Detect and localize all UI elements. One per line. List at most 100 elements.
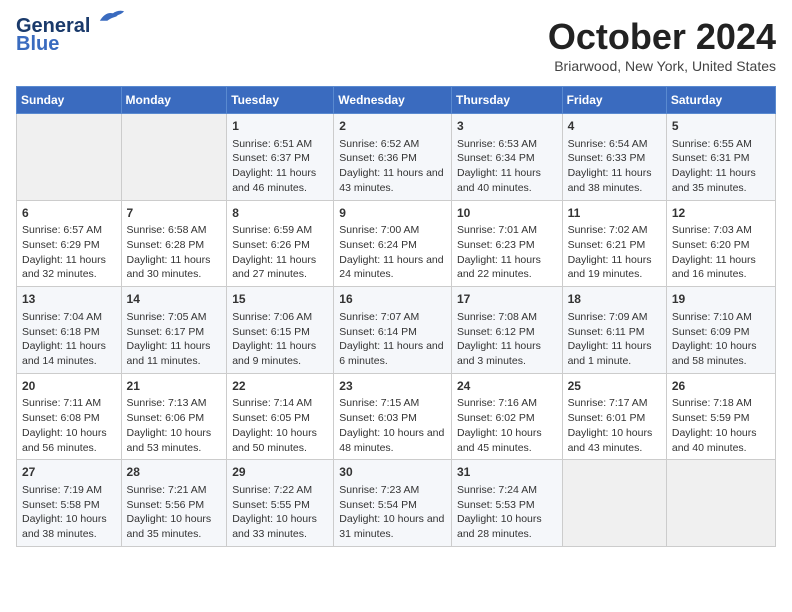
day-number: 3 — [457, 118, 557, 135]
logo: General Blue — [16, 16, 126, 54]
calendar-cell: 9Sunrise: 7:00 AMSunset: 6:24 PMDaylight… — [334, 200, 452, 287]
day-info: Sunrise: 7:10 AMSunset: 6:09 PMDaylight:… — [672, 310, 770, 369]
day-number: 23 — [339, 378, 446, 395]
header-sunday: Sunday — [17, 87, 122, 114]
header-saturday: Saturday — [666, 87, 775, 114]
calendar-cell: 3 Sunrise: 6:53 AMSunset: 6:34 PMDaylight… — [451, 114, 562, 201]
calendar-cell: 20Sunrise: 7:11 AMSunset: 6:08 PMDayligh… — [17, 373, 122, 460]
day-number: 1 — [232, 118, 328, 135]
calendar-header-row: SundayMondayTuesdayWednesdayThursdayFrid… — [17, 87, 776, 114]
day-info: Sunrise: 7:15 AMSunset: 6:03 PMDaylight:… — [339, 396, 446, 455]
day-number: 20 — [22, 378, 116, 395]
header-thursday: Thursday — [451, 87, 562, 114]
calendar-cell: 24Sunrise: 7:16 AMSunset: 6:02 PMDayligh… — [451, 373, 562, 460]
calendar-cell: 15 Sunrise: 7:06 AMSunset: 6:15 PMDayligh… — [227, 287, 334, 374]
day-number: 9 — [339, 205, 446, 222]
day-number: 7 — [127, 205, 222, 222]
day-info: Sunrise: 7:06 AMSunset: 6:15 PMDaylight:… — [232, 310, 328, 369]
day-info: Sunrise: 7:17 AMSunset: 6:01 PMDaylight:… — [568, 396, 661, 455]
calendar-cell: 2 Sunrise: 6:52 AMSunset: 6:36 PMDaylight… — [334, 114, 452, 201]
header-tuesday: Tuesday — [227, 87, 334, 114]
day-info: Sunrise: 6:59 AMSunset: 6:26 PMDaylight:… — [232, 223, 328, 282]
day-number: 10 — [457, 205, 557, 222]
calendar-cell: 6Sunrise: 6:57 AMSunset: 6:29 PMDaylight… — [17, 200, 122, 287]
day-number: 25 — [568, 378, 661, 395]
day-info: Sunrise: 7:05 AMSunset: 6:17 PMDaylight:… — [127, 310, 222, 369]
day-number: 24 — [457, 378, 557, 395]
calendar-cell: 21Sunrise: 7:13 AMSunset: 6:06 PMDayligh… — [121, 373, 227, 460]
title-section: October 2024 Briarwood, New York, United… — [548, 16, 776, 74]
day-number: 6 — [22, 205, 116, 222]
day-info: Sunrise: 6:57 AMSunset: 6:29 PMDaylight:… — [22, 223, 116, 282]
day-number: 30 — [339, 464, 446, 481]
calendar-table: SundayMondayTuesdayWednesdayThursdayFrid… — [16, 86, 776, 547]
week-row-3: 13 Sunrise: 7:04 AMSunset: 6:18 PMDayligh… — [17, 287, 776, 374]
calendar-cell: 19 Sunrise: 7:10 AMSunset: 6:09 PMDayligh… — [666, 287, 775, 374]
calendar-cell: 27 Sunrise: 7:19 AMSunset: 5:58 PMDayligh… — [17, 460, 122, 547]
calendar-cell: 22Sunrise: 7:14 AMSunset: 6:05 PMDayligh… — [227, 373, 334, 460]
day-number: 13 — [22, 291, 116, 308]
day-number: 2 — [339, 118, 446, 135]
calendar-cell: 25Sunrise: 7:17 AMSunset: 6:01 PMDayligh… — [562, 373, 666, 460]
day-info: Sunrise: 7:04 AMSunset: 6:18 PMDaylight:… — [22, 310, 116, 369]
week-row-5: 27 Sunrise: 7:19 AMSunset: 5:58 PMDayligh… — [17, 460, 776, 547]
day-info: Sunrise: 6:52 AMSunset: 6:36 PMDaylight:… — [339, 137, 446, 196]
calendar-cell: 10Sunrise: 7:01 AMSunset: 6:23 PMDayligh… — [451, 200, 562, 287]
week-row-4: 20Sunrise: 7:11 AMSunset: 6:08 PMDayligh… — [17, 373, 776, 460]
logo-blue: Blue — [16, 34, 59, 54]
day-info: Sunrise: 7:18 AMSunset: 5:59 PMDaylight:… — [672, 396, 770, 455]
calendar-cell: 17Sunrise: 7:08 AMSunset: 6:12 PMDayligh… — [451, 287, 562, 374]
month-title: October 2024 — [548, 16, 776, 58]
header-monday: Monday — [121, 87, 227, 114]
calendar-cell: 14 Sunrise: 7:05 AMSunset: 6:17 PMDayligh… — [121, 287, 227, 374]
day-info: Sunrise: 7:00 AMSunset: 6:24 PMDaylight:… — [339, 223, 446, 282]
day-number: 15 — [232, 291, 328, 308]
page-header: General Blue October 2024 Briarwood, New… — [16, 16, 776, 74]
day-info: Sunrise: 7:24 AMSunset: 5:53 PMDaylight:… — [457, 483, 557, 542]
calendar-cell: 8Sunrise: 6:59 AMSunset: 6:26 PMDaylight… — [227, 200, 334, 287]
day-info: Sunrise: 6:53 AMSunset: 6:34 PMDaylight:… — [457, 137, 557, 196]
header-friday: Friday — [562, 87, 666, 114]
day-info: Sunrise: 7:09 AMSunset: 6:11 PMDaylight:… — [568, 310, 661, 369]
day-info: Sunrise: 7:08 AMSunset: 6:12 PMDaylight:… — [457, 310, 557, 369]
day-info: Sunrise: 7:03 AMSunset: 6:20 PMDaylight:… — [672, 223, 770, 282]
day-number: 4 — [568, 118, 661, 135]
day-info: Sunrise: 6:51 AMSunset: 6:37 PMDaylight:… — [232, 137, 328, 196]
day-info: Sunrise: 6:54 AMSunset: 6:33 PMDaylight:… — [568, 137, 661, 196]
day-info: Sunrise: 7:23 AMSunset: 5:54 PMDaylight:… — [339, 483, 446, 542]
day-info: Sunrise: 7:22 AMSunset: 5:55 PMDaylight:… — [232, 483, 328, 542]
day-number: 27 — [22, 464, 116, 481]
day-info: Sunrise: 7:07 AMSunset: 6:14 PMDaylight:… — [339, 310, 446, 369]
calendar-cell — [666, 460, 775, 547]
calendar-cell: 1 Sunrise: 6:51 AMSunset: 6:37 PMDaylight… — [227, 114, 334, 201]
calendar-cell: 16Sunrise: 7:07 AMSunset: 6:14 PMDayligh… — [334, 287, 452, 374]
day-info: Sunrise: 6:55 AMSunset: 6:31 PMDaylight:… — [672, 137, 770, 196]
day-number: 19 — [672, 291, 770, 308]
day-number: 31 — [457, 464, 557, 481]
calendar-cell: 28Sunrise: 7:21 AMSunset: 5:56 PMDayligh… — [121, 460, 227, 547]
day-info: Sunrise: 6:58 AMSunset: 6:28 PMDaylight:… — [127, 223, 222, 282]
week-row-1: 1 Sunrise: 6:51 AMSunset: 6:37 PMDaylight… — [17, 114, 776, 201]
day-number: 28 — [127, 464, 222, 481]
day-info: Sunrise: 7:02 AMSunset: 6:21 PMDaylight:… — [568, 223, 661, 282]
week-row-2: 6Sunrise: 6:57 AMSunset: 6:29 PMDaylight… — [17, 200, 776, 287]
day-info: Sunrise: 7:11 AMSunset: 6:08 PMDaylight:… — [22, 396, 116, 455]
calendar-cell: 30 Sunrise: 7:23 AMSunset: 5:54 PMDayligh… — [334, 460, 452, 547]
day-number: 22 — [232, 378, 328, 395]
calendar-cell: 29 Sunrise: 7:22 AMSunset: 5:55 PMDayligh… — [227, 460, 334, 547]
calendar-cell: 13 Sunrise: 7:04 AMSunset: 6:18 PMDayligh… — [17, 287, 122, 374]
day-info: Sunrise: 7:14 AMSunset: 6:05 PMDaylight:… — [232, 396, 328, 455]
day-number: 8 — [232, 205, 328, 222]
day-number: 14 — [127, 291, 222, 308]
calendar-cell: 31 Sunrise: 7:24 AMSunset: 5:53 PMDayligh… — [451, 460, 562, 547]
day-info: Sunrise: 7:01 AMSunset: 6:23 PMDaylight:… — [457, 223, 557, 282]
day-number: 29 — [232, 464, 328, 481]
calendar-cell: 5Sunrise: 6:55 AMSunset: 6:31 PMDaylight… — [666, 114, 775, 201]
day-info: Sunrise: 7:16 AMSunset: 6:02 PMDaylight:… — [457, 396, 557, 455]
day-info: Sunrise: 7:19 AMSunset: 5:58 PMDaylight:… — [22, 483, 116, 542]
calendar-cell: 4 Sunrise: 6:54 AMSunset: 6:33 PMDaylight… — [562, 114, 666, 201]
calendar-cell: 23Sunrise: 7:15 AMSunset: 6:03 PMDayligh… — [334, 373, 452, 460]
calendar-cell: 12Sunrise: 7:03 AMSunset: 6:20 PMDayligh… — [666, 200, 775, 287]
day-number: 18 — [568, 291, 661, 308]
day-number: 12 — [672, 205, 770, 222]
